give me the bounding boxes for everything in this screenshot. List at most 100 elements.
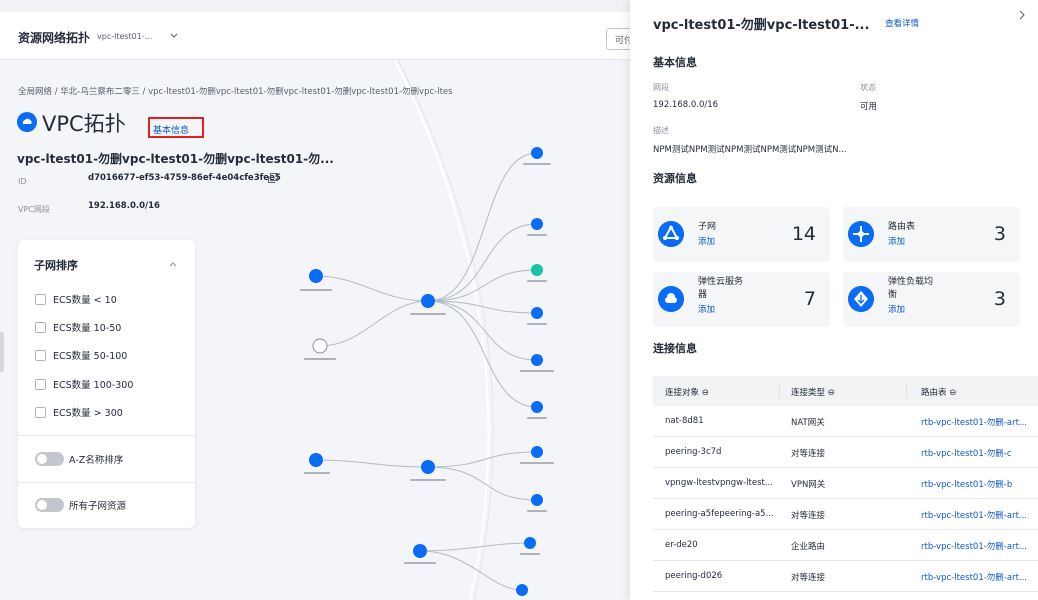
divider [18,435,195,436]
resource-count: 3 [993,223,1006,245]
resource-node-icon [531,354,543,366]
resource-card-ecs[interactable]: 弹性云服务 器 添加 7 [653,272,830,327]
topology-edges [315,152,538,591]
close-icon[interactable] [1017,9,1027,21]
subnet-node-icon [309,453,323,467]
resource-card-elb[interactable]: 弹性负载均 衡 添加 3 [843,272,1020,327]
vpc-detail-drawer: vpc-ltest01-勿删vpc-ltest01-... 查看详情 基本信息 … [630,0,1038,600]
filter-label: ECS数量 10-50 [53,323,122,334]
checkbox[interactable] [35,321,46,333]
resource-count: 14 [791,223,816,245]
add-route-table-link[interactable]: 添加 [888,235,905,247]
checkbox[interactable] [35,378,46,390]
resource-name-line1: 弹性云服务 [698,277,744,287]
node-captions [300,163,554,564]
cell-type: 对等连接 [791,573,826,583]
chevron-down-icon[interactable] [168,29,180,41]
cell-route-table-link[interactable]: rtb-vpc-ltest01-勿删-art... [921,571,1027,583]
az-sort-label: A-Z名称排序 [69,455,124,466]
resource-node-icon [516,584,528,596]
resource-node-icon [531,218,543,230]
route-table-icon [848,221,874,247]
cell-target: er-de20 [665,540,698,550]
checkbox[interactable] [35,349,46,361]
cell-type: VPN网关 [791,480,826,490]
vpc-cidr-value: 192.168.0.0/16 [88,201,160,211]
col-separator [906,384,907,398]
filter-ecs-10-50[interactable]: ECS数量 10-50 [35,320,121,334]
copy-icon[interactable] [267,172,279,184]
col-header-target[interactable]: 连接对象 ⊖ [665,386,709,398]
cell-route-table-link[interactable]: rtb-vpc-ltest01-勿删-b [921,478,1012,490]
cidr-label: 网段 [653,83,669,92]
cell-type: 对等连接 [791,449,826,459]
connection-section-title: 连接信息 [653,342,697,355]
filter-ecs-50-100[interactable]: ECS数量 50-100 [35,348,127,362]
all-subnets-toggle-row[interactable]: 所有子网资源 [35,498,126,512]
resource-card-subnet[interactable]: 子网 添加 14 [653,207,830,262]
cell-route-table-link[interactable]: rtb-vpc-ltest01-勿删-art... [921,416,1027,428]
vpc-cidr-label: VPC网段 [18,205,50,214]
resource-node-icon [531,401,543,413]
checkbox[interactable] [35,406,46,418]
cell-route-table-link[interactable]: rtb-vpc-ltest01-勿删-art... [921,540,1027,552]
drawer-title: vpc-ltest01-勿删vpc-ltest01-... [653,18,870,33]
resource-count: 3 [993,288,1006,310]
vpc-id-label: ID [18,177,27,186]
table-row: nat-8d81 NAT网关 rtb-vpc-ltest01-勿删-art... [653,406,1038,437]
page-header: 资源网络拓扑 vpc-ltest01-... 可付 [0,12,640,60]
cell-route-table-link[interactable]: rtb-vpc-ltest01-勿删-c [921,447,1012,459]
resource-name-line2: 衡 [888,290,898,300]
vpc-select[interactable]: vpc-ltest01-... [97,32,152,41]
cell-target: vpngw-ltestvpngw-ltest... [665,478,773,488]
add-subnet-link[interactable]: 添加 [698,235,715,247]
subnet-sort-panel: 子网排序 ECS数量 < 10 ECS数量 10-50 ECS数量 50-100… [18,240,195,528]
app-root: 资源网络拓扑 vpc-ltest01-... 可付 全局网络 / 华北-乌兰察布… [0,0,1038,600]
router-node-icon [421,294,435,308]
chevron-up-icon[interactable] [168,260,178,268]
resource-name-line1: 弹性负载均 [888,277,934,287]
filter-ecs-gt300[interactable]: ECS数量 > 300 [35,405,123,419]
cell-target: peering-d026 [665,571,723,581]
router-node-icon [413,544,427,558]
panel-collapse-handle[interactable] [0,332,4,372]
add-elb-link[interactable]: 添加 [888,303,905,315]
add-ecs-link[interactable]: 添加 [698,303,715,315]
topology-canvas[interactable]: 全局网络 / 华北-乌兰察布二零三 / vpc-ltest01-勿删vpc-lt… [0,60,630,600]
divider [18,482,195,483]
table-row: vpngw-ltestvpngw-ltest... VPN网关 rtb-vpc-… [653,468,1038,499]
subnet-node-empty-icon [312,338,328,354]
page-title: 资源网络拓扑 [18,31,91,45]
cell-target: peering-a5fepeering-a5... [665,509,774,519]
load-balancer-icon [848,286,874,312]
filter-ecs-lt10[interactable]: ECS数量 < 10 [35,292,117,306]
col-header-route-table[interactable]: 路由表 ⊖ [921,386,956,398]
col-header-type[interactable]: 连接类型 ⊖ [791,386,835,398]
az-sort-toggle-row[interactable]: A-Z名称排序 [35,452,123,466]
resource-node-icon [524,537,536,549]
filter-label: ECS数量 < 10 [53,295,117,306]
cell-route-table-link[interactable]: rtb-vpc-ltest01-勿删-art... [921,509,1027,521]
filter-label: ECS数量 100-300 [53,380,134,391]
basic-info-link[interactable]: 基本信息 [148,117,204,138]
all-subnets-toggle[interactable] [35,498,64,512]
status-label: 状态 [860,83,876,92]
resource-card-route-table[interactable]: 路由表 添加 3 [843,207,1020,262]
resource-node-icon [531,307,543,319]
filter-ecs-100-300[interactable]: ECS数量 100-300 [35,377,133,391]
col-separator [779,384,780,398]
az-sort-toggle[interactable] [35,452,64,466]
basic-info-section-title: 基本信息 [653,56,697,69]
cidr-value: 192.168.0.0/16 [653,100,719,110]
ecs-icon [658,286,684,312]
checkbox[interactable] [35,293,46,305]
breadcrumb[interactable]: 全局网络 / 华北-乌兰察布二零三 / vpc-ltest01-勿删vpc-lt… [18,85,453,97]
vpc-topology-title: VPC拓扑 [42,112,126,136]
description-label: 描述 [653,126,669,135]
view-details-link[interactable]: 查看详情 [885,17,919,29]
table-row: peering-d026 对等连接 rtb-vpc-ltest01-勿删-art… [653,561,1038,592]
cell-type: 企业路由 [791,542,826,552]
region-arc-shadow [397,60,494,600]
resource-count: 7 [803,288,816,310]
cell-target: nat-8d81 [665,416,704,426]
